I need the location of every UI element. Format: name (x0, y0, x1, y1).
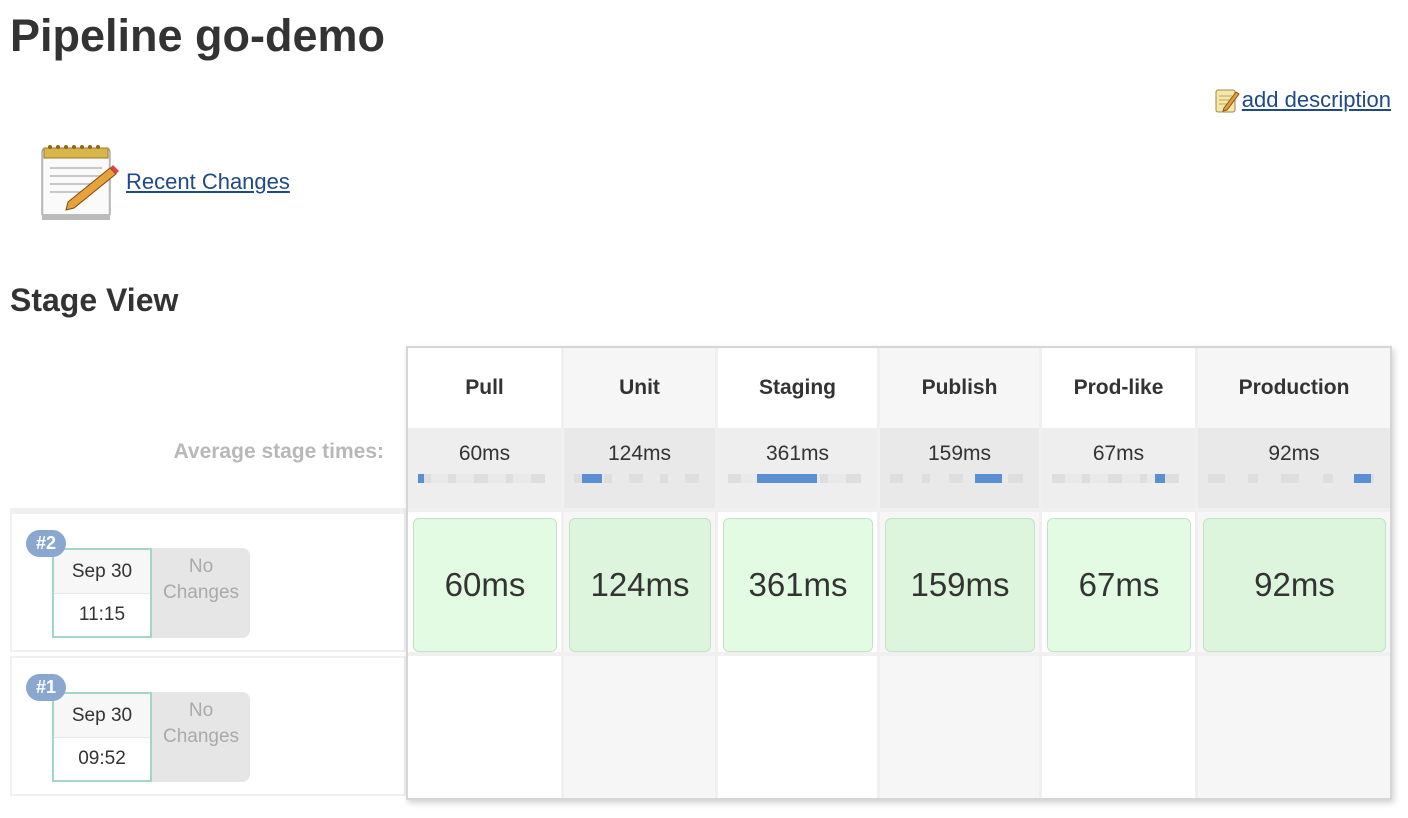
stage-column-prod-like: Prod-like 67ms 67ms (1042, 348, 1198, 798)
divider (564, 508, 715, 512)
notepad-pencil-icon (38, 140, 122, 224)
divider (408, 508, 561, 512)
stage-column-pull: Pull 60ms 60ms (408, 348, 564, 798)
build-time: 09:52 (78, 748, 126, 769)
divider (880, 508, 1039, 512)
notepad-pencil-icon (1214, 86, 1240, 114)
build-time: 11:15 (78, 604, 126, 625)
stage-average-time: 67ms (1092, 442, 1145, 465)
stage-average: 361ms (718, 428, 877, 508)
bar-segment (667, 474, 686, 483)
stage-average: 92ms (1198, 428, 1390, 508)
divider (1198, 508, 1390, 512)
stage-average-time: 159ms (927, 442, 992, 465)
stage-average: 67ms (1042, 428, 1195, 508)
build-changes[interactable]: No Changes (152, 692, 250, 782)
build-row-1[interactable]: #1 Sep 30 09:52 No Changes (10, 656, 406, 796)
stage-average: 60ms (408, 428, 561, 508)
stage-header: Pull (465, 376, 504, 399)
build-number-badge[interactable]: #1 (26, 674, 67, 701)
build-changes[interactable]: No Changes (152, 548, 250, 638)
bar-segment (513, 474, 532, 483)
bar-segment (1332, 474, 1356, 483)
stage-header: Prod-like (1073, 376, 1164, 399)
build-date: Sep 30 (54, 550, 150, 594)
divider (718, 508, 877, 512)
divider (408, 652, 1390, 656)
build-number-badge[interactable]: #2 (26, 530, 67, 557)
stage-column-staging: Staging 361ms 361ms (718, 348, 880, 798)
stage-average-time: 60ms (458, 442, 511, 465)
stage-view-title: Stage View (10, 282, 179, 318)
bar-segment (1090, 474, 1108, 483)
recent-changes[interactable]: Recent Changes (38, 140, 290, 224)
stage-time-bar-fill (418, 474, 425, 483)
stage-time-bar (1052, 474, 1179, 483)
bar-segment (430, 474, 449, 483)
stage-column-publish: Publish 159ms 159ms (880, 348, 1042, 798)
stage-average: 124ms (564, 428, 715, 508)
build-timestamp: Sep 30 09:52 (52, 692, 152, 782)
stage-cell[interactable]: 124ms (569, 518, 711, 652)
bar-segment (611, 474, 629, 483)
stage-time-bar-fill (1154, 474, 1166, 483)
bar-segment (1299, 474, 1323, 483)
stage-time-bar (1208, 474, 1374, 483)
stage-view-table: Pull 60ms 60ms Unit 124ms 124ms Staging … (406, 346, 1392, 800)
page-title: Pipeline go-demo (10, 10, 386, 61)
stage-header: Publish (921, 376, 998, 399)
divider (1042, 508, 1195, 512)
add-description-link-wrap[interactable]: add description (1214, 86, 1391, 114)
stage-time-bar (728, 474, 861, 483)
stage-cell[interactable]: 361ms (723, 518, 873, 652)
stage-time-bar (574, 474, 699, 483)
stage-time-bar (890, 474, 1023, 483)
stage-cell[interactable]: 67ms (1047, 518, 1191, 652)
stage-time-bar-fill (975, 474, 1002, 483)
stage-header: Unit (619, 376, 660, 399)
stage-average-time: 92ms (1268, 442, 1320, 465)
bar-segment (642, 474, 661, 483)
bar-segment (1064, 474, 1083, 483)
stage-time-bar-fill (581, 474, 602, 483)
build-date: Sep 30 (54, 694, 150, 738)
bar-segment (903, 474, 922, 483)
bar-segment (1257, 474, 1282, 483)
stage-column-production: Production 92ms 92ms (1198, 348, 1390, 798)
stage-average: 159ms (880, 428, 1039, 508)
stage-header: Production (1238, 376, 1350, 399)
average-stage-times-label: Average stage times: (173, 440, 384, 463)
stage-cell[interactable]: 159ms (885, 518, 1035, 652)
recent-changes-link[interactable]: Recent Changes (126, 169, 290, 195)
bar-segment (456, 474, 474, 483)
build-timestamp: Sep 30 11:15 (52, 548, 152, 638)
build-row-2[interactable]: #2 Sep 30 11:15 No Changes (10, 512, 406, 652)
stage-column-unit: Unit 124ms 124ms (564, 348, 718, 798)
stage-time-bar-fill (1354, 474, 1371, 483)
bar-segment (1224, 474, 1248, 483)
bar-segment (487, 474, 506, 483)
bar-segment (1121, 474, 1140, 483)
stage-average-time: 124ms (607, 442, 672, 465)
bar-segment (827, 474, 847, 483)
stage-header: Staging (759, 376, 836, 399)
stage-time-bar-fill (757, 474, 818, 483)
stage-time-bar (418, 474, 545, 483)
add-description-link[interactable]: add description (1242, 87, 1391, 113)
bar-segment (929, 474, 949, 483)
stage-cell[interactable]: 92ms (1203, 518, 1386, 652)
stage-cell[interactable]: 60ms (413, 518, 557, 652)
stage-average-time: 361ms (765, 442, 830, 465)
